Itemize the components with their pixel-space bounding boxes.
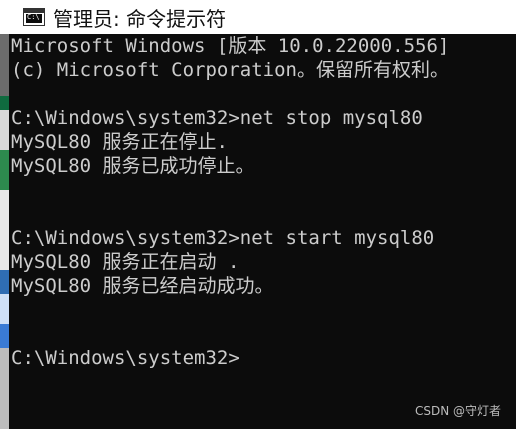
console-line: (c) Microsoft Corporation。保留所有权利。	[11, 59, 449, 81]
console-line: MySQL80 服务已经启动成功。	[11, 275, 274, 297]
watermark: CSDN @守灯者	[414, 404, 501, 418]
console-line: C:\Windows\system32>net stop mysql80	[11, 107, 423, 129]
console-line: MySQL80 服务正在启动 .	[11, 251, 240, 273]
command-prompt-icon: C:\	[23, 8, 45, 26]
console-prompt-line[interactable]: C:\Windows\system32>	[11, 346, 511, 370]
console-line: C:\Windows\system32>net start mysql80	[11, 227, 435, 249]
background-window-edge	[0, 34, 9, 429]
console-output[interactable]: Microsoft Windows [版本 10.0.22000.556] (c…	[11, 34, 511, 394]
console-line: MySQL80 服务已成功停止。	[11, 155, 255, 177]
title-bar[interactable]: C:\ 管理员: 命令提示符	[0, 0, 516, 34]
console-line: Microsoft Windows [版本 10.0.22000.556]	[11, 35, 450, 57]
command-prompt-icon-glyph: C:\	[27, 13, 40, 21]
console-line: MySQL80 服务正在停止.	[11, 131, 228, 153]
window-title: 管理员: 命令提示符	[53, 6, 227, 31]
